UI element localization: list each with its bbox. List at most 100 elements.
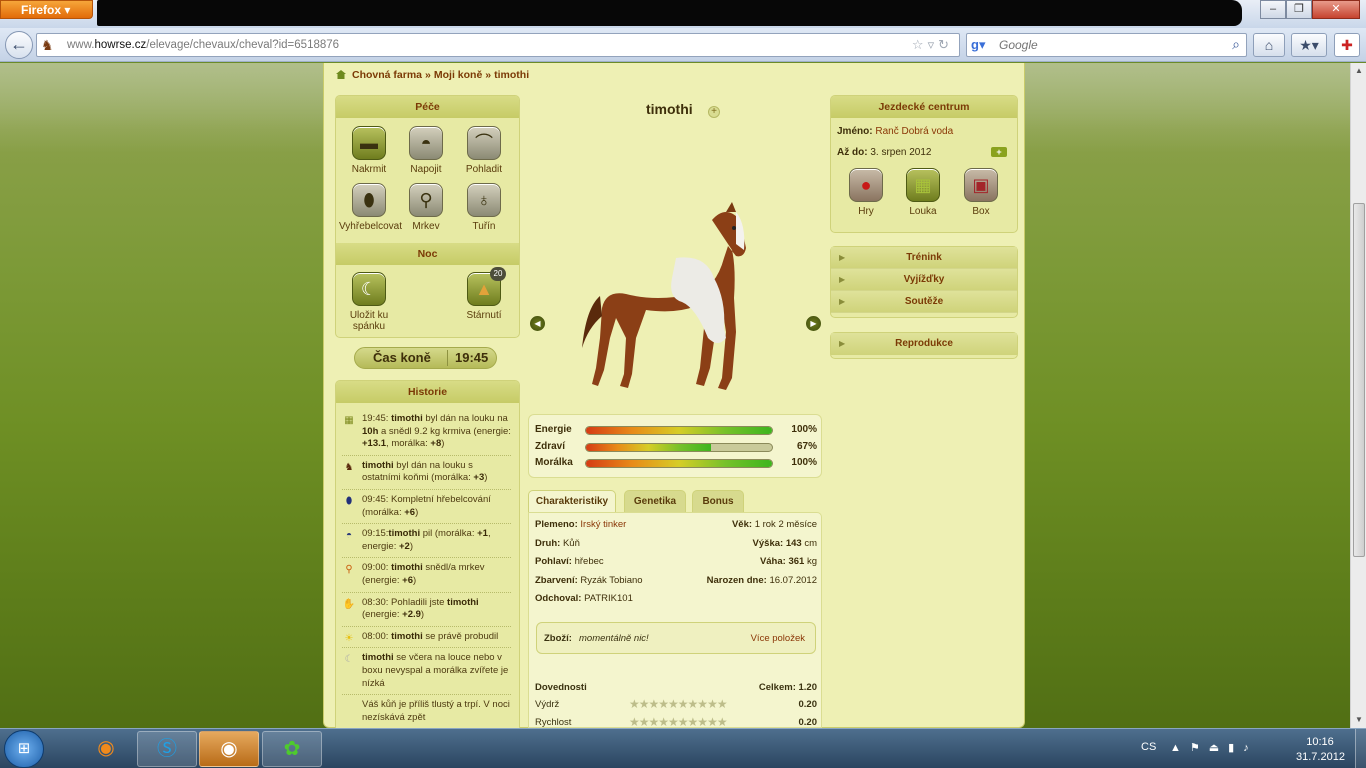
groom-action[interactable]: ⬮ Vyhřebelcovat: [339, 183, 402, 232]
meadow-action[interactable]: ▦ Louka: [893, 168, 953, 217]
box-action[interactable]: ▣ Box: [951, 168, 1011, 217]
stroke-action[interactable]: ⌒ Pohladit: [454, 126, 514, 175]
stat-row: Morálka 100%: [535, 457, 817, 471]
back-arrow-icon[interactable]: ←: [5, 31, 33, 59]
stats-box: Energie 100% Zdraví 67% Morálka 100%: [528, 414, 822, 478]
language-indicator[interactable]: CS: [1141, 741, 1156, 753]
dropdown-arrow-icon[interactable]: ▿: [928, 37, 939, 52]
reload-icon[interactable]: ↻: [938, 37, 953, 52]
night-title: Noc: [336, 243, 519, 265]
web-viewport: Chovná farma» Moji koně» timothi Péče ▬ Na…: [0, 63, 1350, 728]
show-desktop-button[interactable]: [1355, 729, 1366, 768]
reproduction-menu: ▶ Reprodukce: [830, 332, 1018, 359]
brush-icon: ⬮: [345, 495, 353, 507]
url-text[interactable]: www.howrse.cz/elevage/chevaux/cheval?id=…: [67, 39, 339, 51]
menu-competitions[interactable]: ▶ Soutěže: [831, 291, 1017, 313]
history-item: ☾ timothi se včera na louce nebo v boxu n…: [342, 648, 511, 696]
search-input[interactable]: [999, 38, 1219, 52]
sleep-action[interactable]: ☾ Uložit ku spánku: [339, 272, 399, 332]
stat-bar-fill: [586, 443, 711, 451]
stat-bar: [585, 442, 773, 452]
stroke-hand-icon: ⌒: [475, 133, 493, 153]
mash-action[interactable]: ♁ Tuřín: [454, 183, 514, 232]
triangle-icon: ▶: [839, 253, 846, 262]
next-horse-arrow-icon[interactable]: ▶: [806, 316, 821, 331]
breadcrumb-horse: timothi: [494, 69, 530, 81]
stat-label: Energie: [535, 424, 572, 435]
firefox-menu-button[interactable]: Firefox ▾: [0, 0, 93, 19]
riding-center-link[interactable]: Ranč Dobrá voda: [875, 126, 953, 137]
breed-link[interactable]: Irský tinker: [580, 519, 626, 530]
extension-icon[interactable]: ✚: [1334, 33, 1360, 57]
google-icon[interactable]: g▾: [971, 37, 985, 53]
horse-name: timothi: [646, 101, 693, 117]
carrot-action[interactable]: ⚲ Mrkev: [396, 183, 456, 232]
taskbar-icq-icon[interactable]: ✿: [262, 731, 322, 767]
extend-plus-icon[interactable]: +: [991, 147, 1007, 157]
scroll-down-icon[interactable]: ▼: [1351, 712, 1366, 728]
prev-horse-arrow-icon[interactable]: ◀: [530, 316, 545, 331]
breadcrumb-my-horses[interactable]: Moji koně: [434, 69, 482, 81]
history-title: Historie: [336, 381, 519, 403]
history-item: ♞ timothi byl dán na louku s ostatními ko…: [342, 456, 511, 490]
activities-menu: ▶ Trénink ▶ Vyjížďky ▶ Soutěže: [830, 246, 1018, 318]
stat-bar-fill: [586, 460, 772, 467]
tray-usb-icon[interactable]: ⏏: [1209, 742, 1228, 754]
windows-start-icon[interactable]: ⊞: [4, 730, 44, 768]
system-tray[interactable]: ▲⚑⏏▮♪: [1170, 741, 1258, 754]
carrot-icon: ⚲: [345, 564, 353, 576]
close-button[interactable]: ✕: [1312, 0, 1360, 19]
breadcrumb-farm[interactable]: Chovná farma: [352, 69, 422, 81]
search-icon[interactable]: ⌕: [1232, 36, 1240, 53]
feed-action[interactable]: ▬ Nakrmit: [339, 126, 399, 175]
window-titlebar: Firefox ▾ – ❐ ✕: [0, 0, 1366, 28]
tray-signal-icon[interactable]: ▮: [1228, 742, 1243, 754]
skill-stars: ★★★★★★★★★★: [629, 715, 728, 728]
species-row: Druh: Kůň Výška: 143 cm: [535, 538, 817, 549]
bookmarks-menu-icon[interactable]: ★▾: [1291, 33, 1327, 57]
skill-row: Rychlost ★★★★★★★★★★ 0.20: [535, 715, 817, 728]
water-action[interactable]: ◓ Napojit: [396, 126, 456, 175]
skill-row: Výdrž ★★★★★★★★★★ 0.20: [535, 697, 817, 711]
age-action[interactable]: ▲ 20 Stárnutí: [454, 267, 514, 321]
menu-training[interactable]: ▶ Trénink: [831, 247, 1017, 269]
turnip-icon: ♁: [477, 190, 491, 210]
moon-icon: ☾: [344, 654, 354, 666]
add-icon[interactable]: +: [708, 106, 720, 118]
maximize-button[interactable]: ❐: [1286, 0, 1312, 19]
url-bar[interactable]: ♞ www.howrse.cz/elevage/chevaux/cheval?i…: [36, 33, 960, 57]
breed-row: Plemeno: Irský tinker Věk: 1 rok 2 měsíc…: [535, 519, 817, 530]
history-list: ▦ 19:45: timothi byl dán na louku na 10h …: [336, 403, 519, 728]
page-scrollbar[interactable]: ▲ ▼: [1350, 63, 1366, 728]
star-bookmark-icon[interactable]: ☆: [912, 37, 928, 52]
care-panel: Péče ▬ Nakrmit ◓ Napojit ⌒ Pohladit ⬮ Vy…: [335, 95, 520, 338]
taskbar-skype-icon[interactable]: Ⓢ: [137, 731, 197, 767]
horse-time-value: 19:45: [455, 350, 489, 365]
navigation-toolbar: ← ♞ www.howrse.cz/elevage/chevaux/cheval…: [0, 28, 1366, 62]
sun-icon: ☀: [344, 632, 354, 644]
farm-home-icon[interactable]: [336, 70, 346, 79]
tray-arrow-icon[interactable]: ▲: [1170, 742, 1190, 754]
scroll-thumb[interactable]: [1353, 203, 1365, 557]
more-items-link[interactable]: Více položek: [751, 633, 805, 644]
games-action[interactable]: ● Hry: [836, 168, 896, 217]
menu-rides[interactable]: ▶ Vyjížďky: [831, 269, 1017, 291]
tab-bonus[interactable]: Bonus: [692, 490, 744, 512]
home-icon[interactable]: ⌂: [1253, 33, 1285, 57]
search-bar[interactable]: g▾ ⌕: [966, 33, 1247, 57]
tab-genetics[interactable]: Genetika: [624, 490, 686, 512]
riding-center-panel: Jezdecké centrum Jméno: Ranč Dobrá voda …: [830, 95, 1018, 233]
moon-icon: ☾: [360, 279, 378, 299]
taskbar-firefox-icon[interactable]: ◉: [76, 731, 136, 767]
tab-characteristics[interactable]: Charakteristiky: [528, 490, 616, 513]
menu-reproduction[interactable]: ▶ Reprodukce: [831, 333, 1017, 355]
tray-volume-icon[interactable]: ♪: [1243, 742, 1258, 754]
scroll-up-icon[interactable]: ▲: [1351, 63, 1366, 79]
system-clock[interactable]: 10:16 31.7.2012: [1296, 735, 1345, 765]
taskbar-firefox-active-icon[interactable]: ◉: [199, 731, 259, 767]
minimize-button[interactable]: –: [1260, 0, 1286, 19]
stat-row: Zdraví 67%: [535, 441, 817, 455]
history-item: Váš kůň je příliš tlustý a trpí. V noci …: [342, 695, 511, 728]
stat-label: Zdraví: [535, 440, 566, 452]
tray-alert-icon[interactable]: ⚑: [1190, 742, 1209, 754]
